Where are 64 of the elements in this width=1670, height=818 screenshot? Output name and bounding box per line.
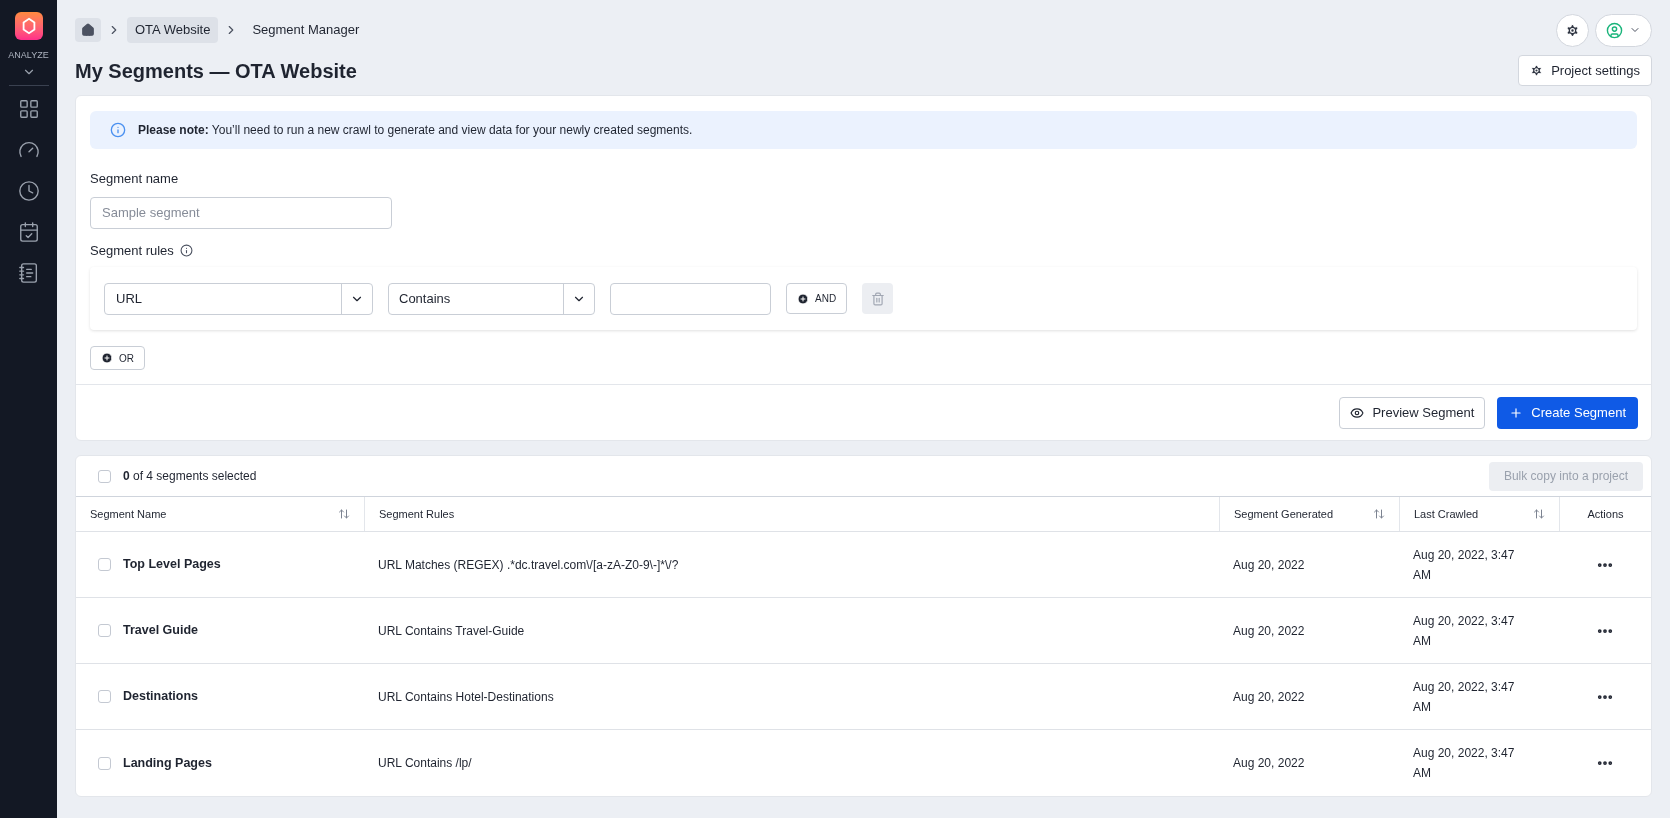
info-icon — [179, 243, 193, 257]
note-icon[interactable] — [17, 261, 40, 284]
app-logo-icon[interactable] — [14, 12, 43, 40]
field-label: Segment rules — [90, 241, 174, 260]
segment-name-input[interactable]: Sample segment — [90, 196, 392, 229]
checkbox[interactable] — [98, 624, 111, 637]
generated-date: Aug 20, 2022 — [1233, 756, 1305, 770]
field-label: Segment name — [90, 170, 179, 188]
checkbox[interactable] — [98, 690, 111, 703]
rule-value-input[interactable] — [610, 282, 771, 315]
sort-icon[interactable] — [1533, 508, 1545, 520]
operator-select[interactable]: Contains — [388, 282, 595, 315]
segment-name[interactable]: Top Level Pages — [123, 555, 221, 574]
home-icon — [81, 23, 95, 37]
segment-rule: URL Contains Hotel-Destinations — [378, 689, 554, 704]
checkbox[interactable] — [98, 558, 111, 571]
plus-icon — [1509, 405, 1524, 420]
plus-circle-icon — [101, 352, 113, 364]
breadcrumb-link[interactable]: Segment Manager — [244, 17, 368, 43]
column-header: Segment Name — [90, 506, 167, 522]
generated-date: Aug 20, 2022 — [1233, 689, 1305, 704]
sort-icon[interactable] — [338, 508, 350, 520]
field-select[interactable]: URL — [104, 282, 373, 315]
last-crawled-date: Aug 20, 2022, 3:47 AM — [1413, 546, 1516, 584]
segment-name[interactable]: Travel Guide — [123, 621, 199, 640]
column-header: Last Crawled — [1414, 506, 1479, 522]
sort-icon[interactable] — [1373, 508, 1385, 520]
selection-summary: 0 of 4 segments selected — [123, 468, 257, 485]
page-title: My Segments — OTA Website — [75, 58, 357, 84]
column-header: Segment Generated — [1234, 506, 1334, 522]
preview-segment-button[interactable]: Preview Segment — [1339, 396, 1486, 429]
column-header: Segment Rules — [379, 506, 455, 522]
trash-icon — [870, 291, 885, 306]
generated-date: Aug 20, 2022 — [1233, 557, 1305, 572]
create-segment-button[interactable]: Create Segment — [1497, 396, 1638, 429]
eye-icon — [1350, 405, 1365, 420]
checkbox[interactable] — [98, 756, 111, 770]
settings-button[interactable] — [1556, 13, 1589, 47]
and-button[interactable]: AND — [786, 283, 848, 314]
user-icon — [1606, 21, 1623, 39]
last-crawled-date: Aug 20, 2022, 3:47 AM — [1413, 612, 1516, 650]
generated-date: Aug 20, 2022 — [1233, 623, 1305, 638]
segment-rule: URL Contains Travel-Guide — [378, 623, 525, 638]
segment-name[interactable]: Destinations — [123, 687, 198, 706]
last-crawled-date: Aug 20, 2022, 3:47 AM — [1413, 678, 1516, 716]
grid-icon[interactable] — [17, 97, 40, 120]
or-button[interactable]: OR — [90, 346, 145, 370]
segment-rule: URL Contains /lp/ — [378, 756, 472, 770]
segment-name[interactable]: Landing Pages — [123, 753, 212, 773]
last-crawled-date: Aug 20, 2022, 3:47 AM — [1413, 745, 1516, 782]
project-settings-button[interactable]: Project settings — [1518, 55, 1652, 86]
checkbox[interactable] — [98, 469, 111, 483]
home-button[interactable] — [75, 18, 101, 42]
notice-text: Please note: You’ll need to run a new crawl to generate and view data for your newly created segments. — [138, 122, 693, 139]
column-header: Actions — [1587, 506, 1624, 522]
breadcrumb-link[interactable]: OTA Website — [127, 17, 219, 43]
section-label: ANALYZE — [8, 49, 49, 62]
plus-circle-icon — [797, 292, 809, 305]
clock-icon[interactable] — [17, 179, 40, 202]
settings-icon — [1530, 64, 1544, 77]
info-icon — [110, 122, 126, 138]
settings-icon — [1565, 22, 1580, 38]
segment-rule: URL Matches (REGEX) .*dc.travel.com\/[a-zA-Z0-9\-]*\/? — [378, 557, 679, 572]
calendar-check-icon[interactable] — [17, 220, 40, 243]
